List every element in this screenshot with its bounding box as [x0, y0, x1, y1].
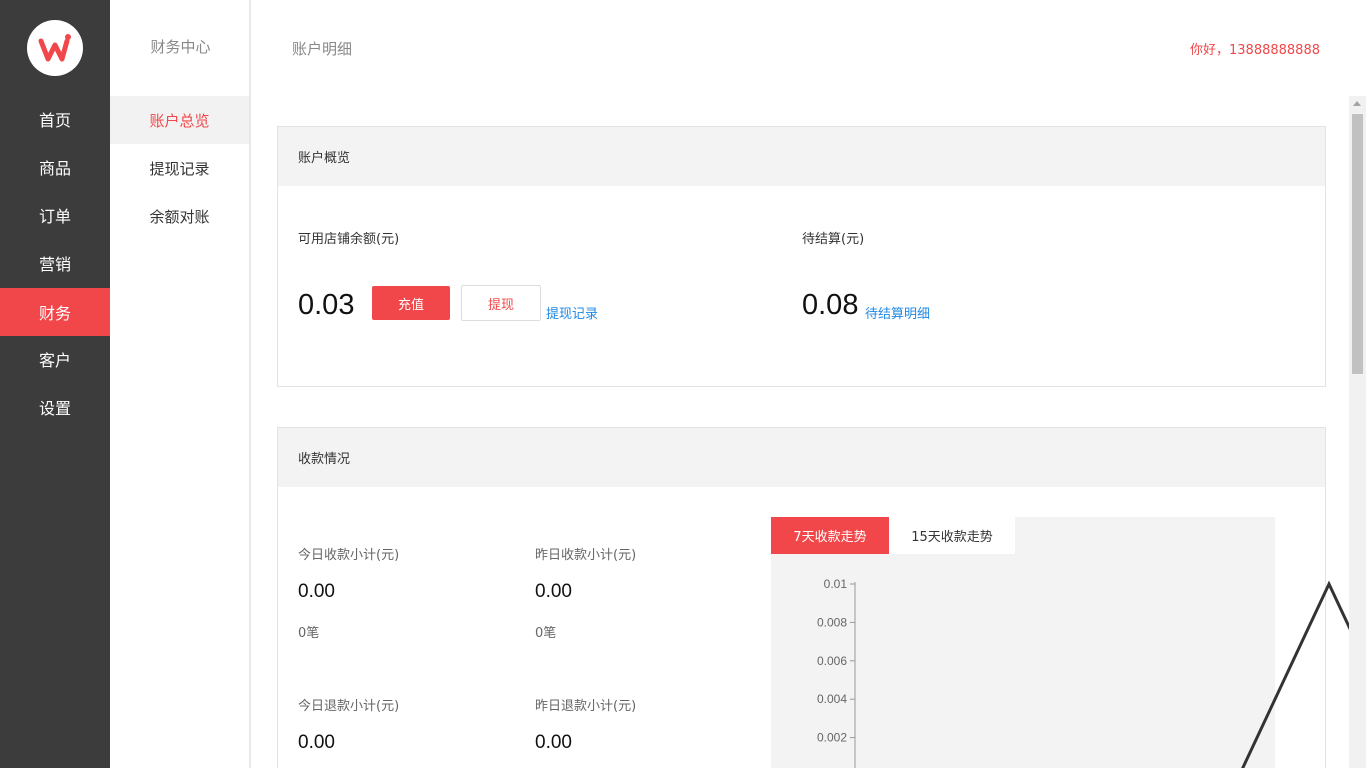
today-collection-value: 0.00 — [298, 581, 335, 602]
main-nav: 首页 商品 订单 营销 财务 客户 设置 — [0, 0, 110, 768]
y-tick-label: 0.008 — [817, 615, 847, 629]
scroll-thumb[interactable] — [1352, 114, 1363, 374]
nav-item-label: 商品 — [38, 159, 71, 178]
today-refund-value: 0.00 — [298, 732, 335, 753]
nav-item-label: 首页 — [38, 111, 71, 130]
sidebar-item-label: 账户总览 — [149, 111, 210, 130]
nav-item-orders[interactable]: 订单 — [0, 191, 110, 239]
series-line — [1241, 580, 1366, 768]
pending-value: 0.08 — [802, 289, 859, 321]
withdraw-button[interactable]: 提现 — [461, 285, 541, 321]
sidebar-item-account-overview[interactable]: 账户总览 — [110, 96, 249, 144]
nav-item-home[interactable]: 首页 — [0, 95, 110, 143]
panel-title: 账户概览 — [278, 127, 1325, 186]
withdraw-record-link[interactable]: 提现记录 — [546, 303, 598, 322]
y-tick-label: 0.006 — [817, 654, 847, 668]
yesterday-collection-count: 0笔 — [535, 626, 557, 641]
today-collection-count: 0笔 — [298, 626, 320, 641]
pending-label: 待结算(元) — [802, 232, 865, 247]
yesterday-refund-label: 昨日退款小计(元) — [535, 699, 637, 714]
page-scrollbar[interactable] — [1349, 96, 1366, 768]
user-greeting[interactable]: 你好，13888888888 — [1190, 39, 1320, 58]
nav-item-products[interactable]: 商品 — [0, 143, 110, 191]
sidebar-item-withdraw-records[interactable]: 提现记录 — [110, 144, 249, 192]
today-refund-label: 今日退款小计(元) — [298, 699, 400, 714]
y-tick-label: 0.004 — [817, 692, 847, 706]
yesterday-refund-value: 0.00 — [535, 732, 572, 753]
sidebar-item-label: 提现记录 — [149, 159, 210, 178]
collection-trend-chart: 7天收款走势 15天收款走势 0.01 0.008 0.006 0.004 0.002 — [771, 517, 1366, 768]
nav-item-marketing[interactable]: 营销 — [0, 239, 110, 287]
nav-item-label: 营销 — [38, 255, 71, 274]
line-chart: 0.01 0.008 0.006 0.004 0.002 — [817, 577, 1366, 768]
finance-sidebar: 财务中心 账户总览 提现记录 余额对账 — [110, 0, 251, 768]
y-tick-label: 0.002 — [817, 731, 847, 745]
balance-value: 0.03 — [298, 289, 355, 321]
y-tick-label: 0.01 — [824, 577, 848, 591]
logo[interactable] — [27, 20, 83, 76]
today-collection-label: 今日收款小计(元) — [298, 548, 400, 563]
sidebar-title: 财务中心 — [150, 38, 211, 56]
account-overview-panel: 账户概览 可用店铺余额(元) 0.03 充值 提现 提现记录 待结算(元) 0.… — [277, 126, 1326, 387]
collection-panel: 收款情况 今日收款小计(元) 0.00 0笔 昨日收款小计(元) 0.00 0笔… — [277, 427, 1366, 768]
balance-label: 可用店铺余额(元) — [298, 232, 400, 247]
pending-detail-link[interactable]: 待结算明细 — [865, 303, 930, 322]
nav-item-label: 订单 — [38, 207, 71, 226]
nav-item-settings[interactable]: 设置 — [0, 383, 110, 431]
sidebar-item-label: 余额对账 — [149, 207, 210, 226]
nav-item-label: 设置 — [38, 399, 71, 418]
page-title: 账户明细 — [292, 40, 353, 58]
nav-item-finance[interactable]: 财务 — [0, 288, 110, 336]
nav-item-customers[interactable]: 客户 — [0, 335, 110, 383]
nav-item-label: 客户 — [38, 351, 71, 370]
yesterday-collection-label: 昨日收款小计(元) — [535, 548, 637, 563]
yesterday-collection-value: 0.00 — [535, 581, 572, 602]
nav-item-label: 财务 — [38, 304, 71, 323]
w-logo-icon — [38, 34, 71, 62]
sidebar-item-balance-reconcile[interactable]: 余额对账 — [110, 192, 249, 240]
panel-title: 收款情况 — [278, 428, 1325, 487]
scroll-up-icon[interactable] — [1353, 101, 1361, 106]
recharge-button[interactable]: 充值 — [372, 286, 450, 320]
